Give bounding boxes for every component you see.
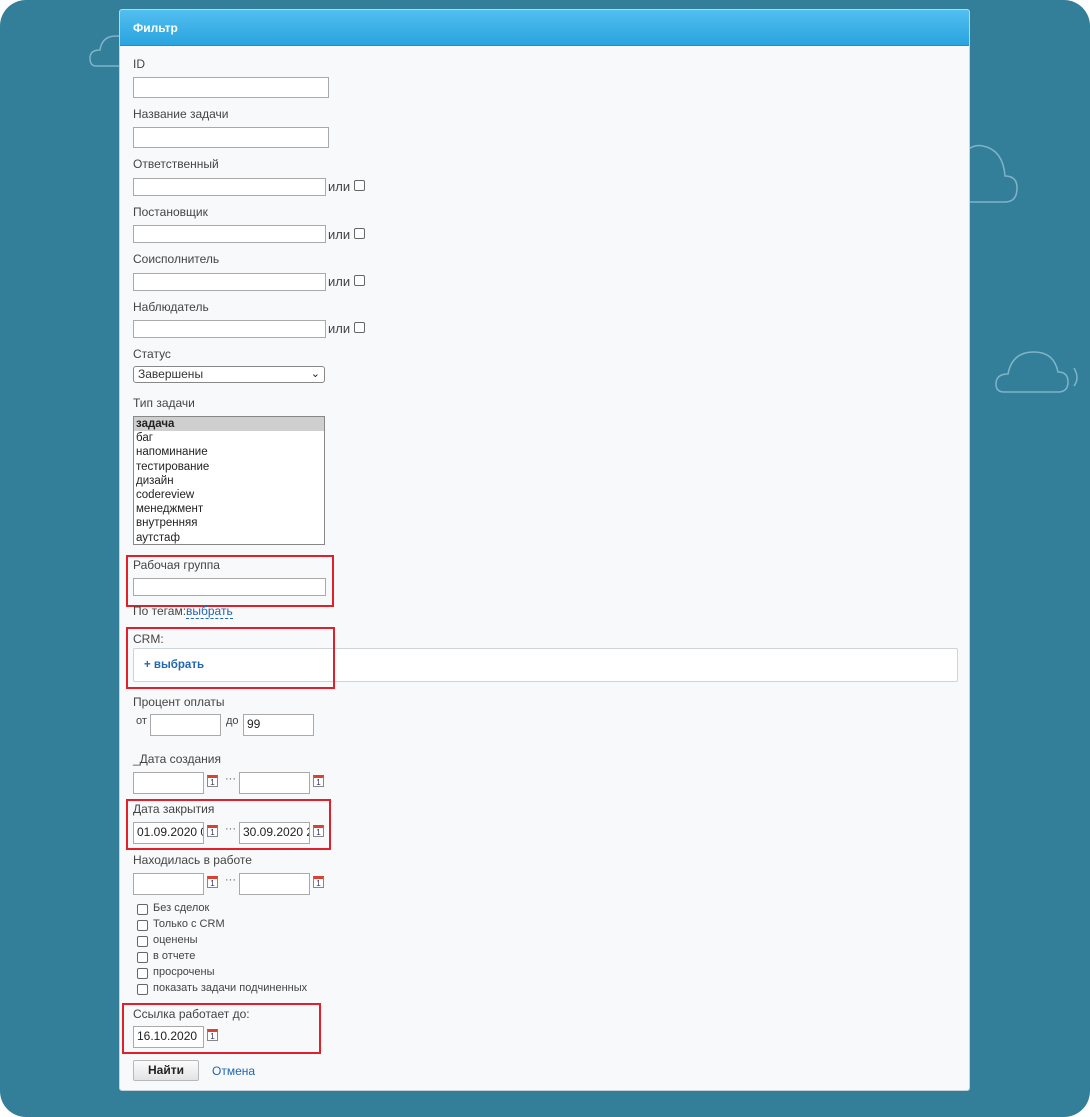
payment-from-input[interactable] xyxy=(150,714,221,736)
checkbox-label: в отчете xyxy=(153,950,196,962)
payment-to-input[interactable]: 99 xyxy=(243,714,314,736)
panel-title: Фильтр xyxy=(120,10,969,46)
creator-input[interactable] xyxy=(133,225,326,243)
list-item[interactable]: аутстаф xyxy=(134,531,324,545)
calendar-icon[interactable]: 1 xyxy=(313,775,324,787)
calendar-icon[interactable]: 1 xyxy=(207,775,218,787)
list-item[interactable]: баг xyxy=(134,431,324,445)
or-text: или xyxy=(328,274,351,289)
in-work-to-input[interactable] xyxy=(239,873,310,895)
id-label: ID xyxy=(133,57,145,71)
status-value: Завершены xyxy=(138,367,204,381)
checkbox-label: Без сделок xyxy=(153,902,210,914)
subordinates-checkbox[interactable] xyxy=(137,984,148,995)
observer-input[interactable] xyxy=(133,320,326,338)
in-report-checkbox[interactable] xyxy=(137,952,148,963)
status-label: Статус xyxy=(133,347,171,361)
task-name-label: Название задачи xyxy=(133,107,229,121)
tags-label: По тегам: xyxy=(133,604,187,618)
responsible-input[interactable] xyxy=(133,178,326,196)
highlight-crm xyxy=(126,627,335,689)
status-select[interactable]: Завершены ⌄ xyxy=(133,366,325,383)
overdue-checkbox[interactable] xyxy=(137,968,148,979)
list-item[interactable]: codereview xyxy=(134,488,324,502)
from-text: от xyxy=(136,715,147,727)
filter-panel: Фильтр ID Название задачи Ответственный … xyxy=(119,9,970,1091)
responsible-or-checkbox[interactable] xyxy=(354,180,365,191)
desktop-background: Фильтр ID Название задачи Ответственный … xyxy=(0,0,1090,1117)
highlight-closed-date xyxy=(126,799,331,850)
list-item[interactable]: задача xyxy=(134,417,324,432)
calendar-icon[interactable]: 1 xyxy=(207,876,218,888)
list-item[interactable]: напоминание xyxy=(134,445,324,459)
checkbox-label: просрочены xyxy=(153,966,215,978)
checkbox-label: показать задачи подчиненных xyxy=(153,982,308,994)
creator-label: Постановщик xyxy=(133,205,208,219)
crm-only-checkbox[interactable] xyxy=(137,920,148,931)
created-date-label: _Дата создания xyxy=(133,752,221,766)
observer-or-checkbox[interactable] xyxy=(354,322,365,333)
created-from-input[interactable] xyxy=(133,772,204,794)
task-name-input[interactable] xyxy=(133,127,329,148)
to-text: до xyxy=(226,715,239,727)
task-type-listbox[interactable]: задача баг напоминание тестирование диза… xyxy=(133,416,325,545)
tags-select-link[interactable]: выбрать xyxy=(186,604,233,619)
list-item[interactable]: менеджмент xyxy=(134,502,324,516)
payment-label: Процент оплаты xyxy=(133,695,225,709)
highlight-link-expires xyxy=(122,1003,321,1054)
rated-checkbox[interactable] xyxy=(137,936,148,947)
task-type-label: Тип задачи xyxy=(133,396,195,410)
checkbox-label: Только с CRM xyxy=(153,918,225,930)
or-text: или xyxy=(328,321,351,336)
no-deals-checkbox[interactable] xyxy=(137,904,148,915)
cancel-link[interactable]: Отмена xyxy=(212,1064,255,1078)
observer-label: Наблюдатель xyxy=(133,300,209,314)
range-separator: ··· xyxy=(225,874,236,886)
chevron-down-icon: ⌄ xyxy=(310,368,320,380)
cloud-decoration-icon xyxy=(995,351,1078,393)
coexecutor-input[interactable] xyxy=(133,273,326,291)
list-item[interactable]: внутренняя xyxy=(134,516,324,530)
coexecutor-or-checkbox[interactable] xyxy=(354,275,365,286)
find-button[interactable]: Найти xyxy=(133,1060,199,1081)
or-text: или xyxy=(328,227,351,242)
range-separator: ··· xyxy=(225,773,236,785)
highlight-workgroup xyxy=(126,555,334,607)
in-work-label: Находилась в работе xyxy=(133,853,252,867)
id-input[interactable] xyxy=(133,77,329,98)
coexecutor-label: Соисполнитель xyxy=(133,252,220,266)
calendar-icon[interactable]: 1 xyxy=(313,876,324,888)
cloud-decoration-icon xyxy=(966,144,1018,203)
created-to-input[interactable] xyxy=(239,772,310,794)
list-item[interactable]: тестирование xyxy=(134,460,324,474)
creator-or-checkbox[interactable] xyxy=(354,228,365,239)
responsible-label: Ответственный xyxy=(133,157,219,171)
checkbox-label: оценены xyxy=(153,934,198,946)
list-item[interactable]: дизайн xyxy=(134,474,324,488)
or-text: или xyxy=(328,179,351,194)
in-work-from-input[interactable] xyxy=(133,873,204,895)
